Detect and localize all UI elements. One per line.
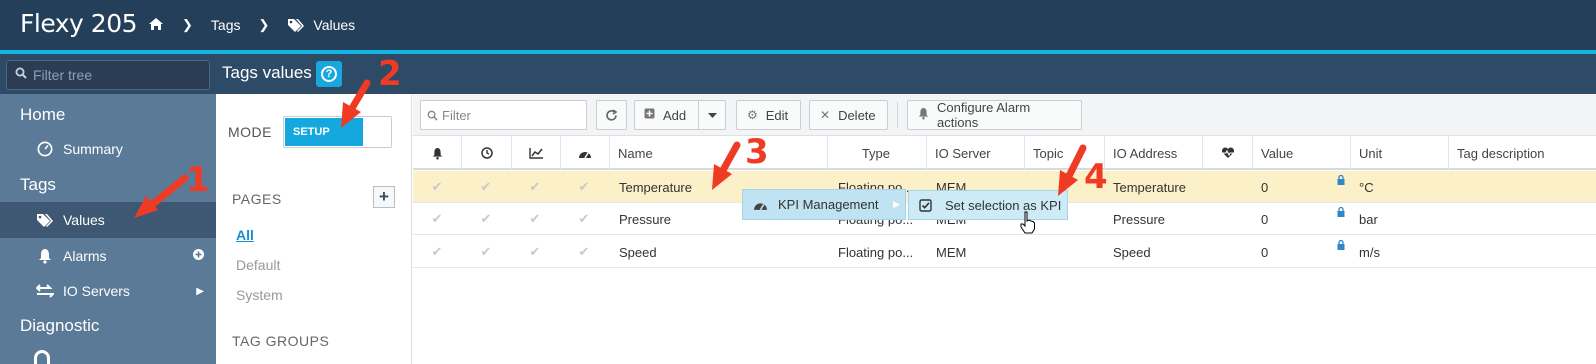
annotation-overlay [134, 79, 1087, 218]
annotation-arrow-4 [1058, 144, 1087, 196]
annotation-number-3: 3 [745, 132, 769, 172]
annotation-number-1: 1 [186, 160, 210, 200]
annotation-number-4: 4 [1084, 157, 1108, 197]
annotation-arrow-3 [712, 141, 741, 190]
annotation-arrow-1 [134, 174, 189, 218]
annotation-arrow-2 [341, 79, 371, 128]
annotation-number-2: 2 [378, 54, 402, 94]
